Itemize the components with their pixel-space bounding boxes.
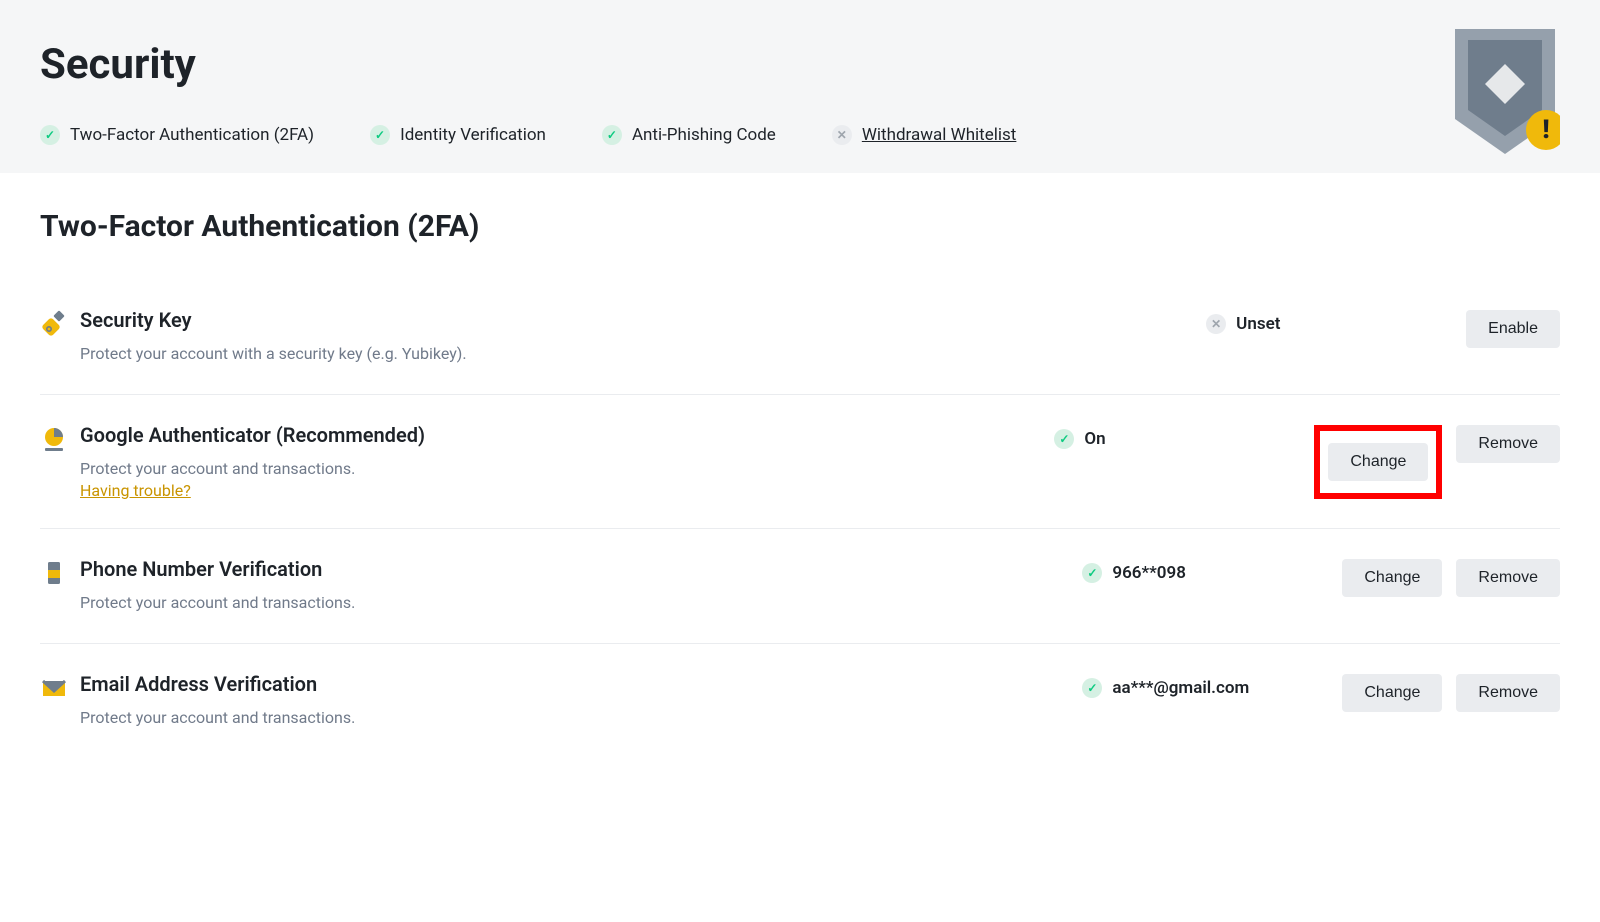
check-icon: ✓ [1054,429,1074,449]
x-icon: ✕ [832,125,852,145]
phone-status-text: 966**098 [1112,563,1186,583]
google-auth-title: Google Authenticator (Recommended) [80,423,1034,447]
security-status-row: ✓ Two-Factor Authentication (2FA) ✓ Iden… [40,125,1560,145]
email-status: ✓ aa***@gmail.com [1082,672,1342,698]
row-security-key: Security Key Protect your account with a… [40,280,1560,395]
security-key-desc: Protect your account with a security key… [80,342,1186,366]
google-auth-status-text: On [1084,429,1105,449]
phone-title: Phone Number Verification [80,557,1062,581]
change-button[interactable]: Change [1328,443,1428,481]
remove-button[interactable]: Remove [1456,559,1560,597]
phone-desc: Protect your account and transactions. [80,591,1062,615]
section-title: Two-Factor Authentication (2FA) [40,209,1560,244]
highlight-annotation: Change [1314,425,1442,499]
enable-button[interactable]: Enable [1466,310,1560,348]
2fa-section: Two-Factor Authentication (2FA) Security… [0,173,1600,758]
phone-status: ✓ 966**098 [1082,557,1342,583]
status-identity-label: Identity Verification [400,125,546,145]
security-shield-badge: ! [1450,24,1560,164]
status-withdrawal-label: Withdrawal Whitelist [862,125,1017,145]
security-key-status-text: Unset [1236,314,1280,334]
google-auth-desc: Protect your account and transactions. [80,457,1034,481]
having-trouble-link[interactable]: Having trouble? [80,481,191,500]
security-key-title: Security Key [80,308,1186,332]
email-desc: Protect your account and transactions. [80,706,1062,730]
check-icon: ✓ [602,125,622,145]
status-withdrawal-whitelist[interactable]: ✕ Withdrawal Whitelist [832,125,1017,145]
status-2fa-label: Two-Factor Authentication (2FA) [70,125,314,145]
google-authenticator-icon [40,423,80,457]
security-key-icon [40,308,80,342]
check-icon: ✓ [40,125,60,145]
svg-text:!: ! [1542,115,1549,145]
check-icon: ✓ [370,125,390,145]
security-header: Security ✓ Two-Factor Authentication (2F… [0,0,1600,173]
row-phone-verification: Phone Number Verification Protect your a… [40,529,1560,644]
remove-button[interactable]: Remove [1456,425,1560,463]
status-identity: ✓ Identity Verification [370,125,546,145]
row-email-verification: Email Address Verification Protect your … [40,644,1560,758]
email-icon [40,672,80,706]
remove-button[interactable]: Remove [1456,674,1560,712]
phone-icon [40,557,80,591]
change-button[interactable]: Change [1342,674,1442,712]
email-status-text: aa***@gmail.com [1112,678,1249,698]
row-google-authenticator: Google Authenticator (Recommended) Prote… [40,395,1560,529]
status-antiphishing-label: Anti-Phishing Code [632,125,776,145]
status-antiphishing: ✓ Anti-Phishing Code [602,125,776,145]
x-icon: ✕ [1206,314,1226,334]
change-button[interactable]: Change [1342,559,1442,597]
security-key-status: ✕ Unset [1206,308,1466,334]
check-icon: ✓ [1082,678,1102,698]
page-title: Security [40,40,1560,89]
google-auth-status: ✓ On [1054,423,1314,449]
status-2fa: ✓ Two-Factor Authentication (2FA) [40,125,314,145]
email-title: Email Address Verification [80,672,1062,696]
check-icon: ✓ [1082,563,1102,583]
